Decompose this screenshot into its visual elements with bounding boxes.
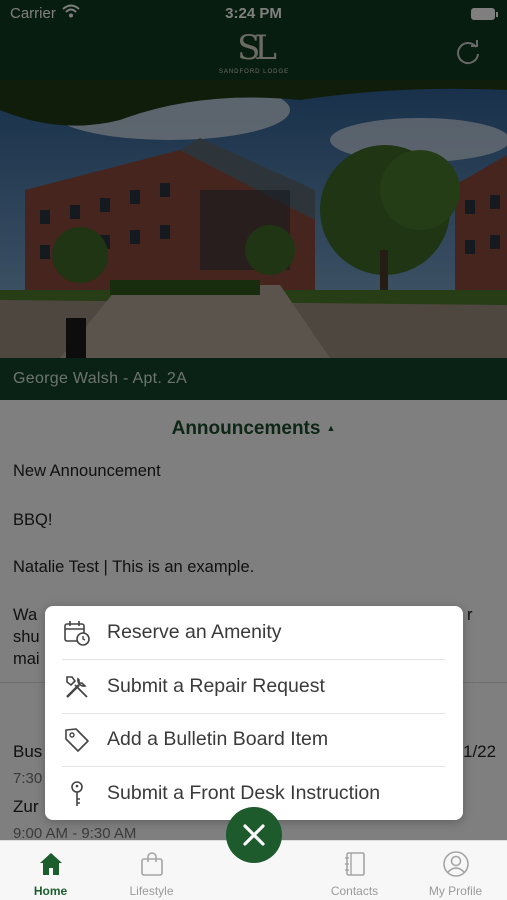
menu-item-bulletin-board[interactable]: Add a Bulletin Board Item — [45, 713, 463, 767]
close-icon — [243, 824, 265, 846]
menu-item-label: Submit a Front Desk Instruction — [107, 781, 381, 804]
menu-item-label: Add a Bulletin Board Item — [107, 728, 329, 750]
tab-label: My Profile — [428, 884, 483, 898]
tab-my-profile[interactable]: My Profile — [405, 841, 506, 900]
menu-item-label: Reserve an Amenity — [107, 621, 282, 643]
tab-label: Contacts — [330, 884, 379, 898]
shopping-bag-icon — [138, 850, 166, 878]
tab-label: Home — [33, 884, 68, 898]
close-menu-button[interactable] — [226, 807, 282, 863]
key-icon — [63, 780, 91, 808]
tools-icon — [63, 673, 91, 701]
tab-lifestyle[interactable]: Lifestyle — [101, 841, 202, 900]
menu-item-label: Submit a Repair Request — [107, 674, 325, 697]
tab-home[interactable]: Home — [0, 841, 101, 900]
quick-action-menu: Reserve an Amenity Submit a Repair Reque… — [45, 606, 463, 829]
menu-item-repair-request[interactable]: Submit a Repair Request — [45, 660, 463, 714]
tab-label: Lifestyle — [129, 884, 174, 898]
tab-contacts[interactable]: Contacts — [304, 841, 405, 900]
notebook-icon — [341, 850, 369, 878]
home-icon — [37, 850, 65, 878]
user-circle-icon — [442, 850, 470, 878]
menu-item-reserve-amenity[interactable]: Reserve an Amenity — [45, 606, 463, 660]
calendar-clock-icon — [63, 619, 91, 647]
tag-icon — [63, 726, 91, 754]
